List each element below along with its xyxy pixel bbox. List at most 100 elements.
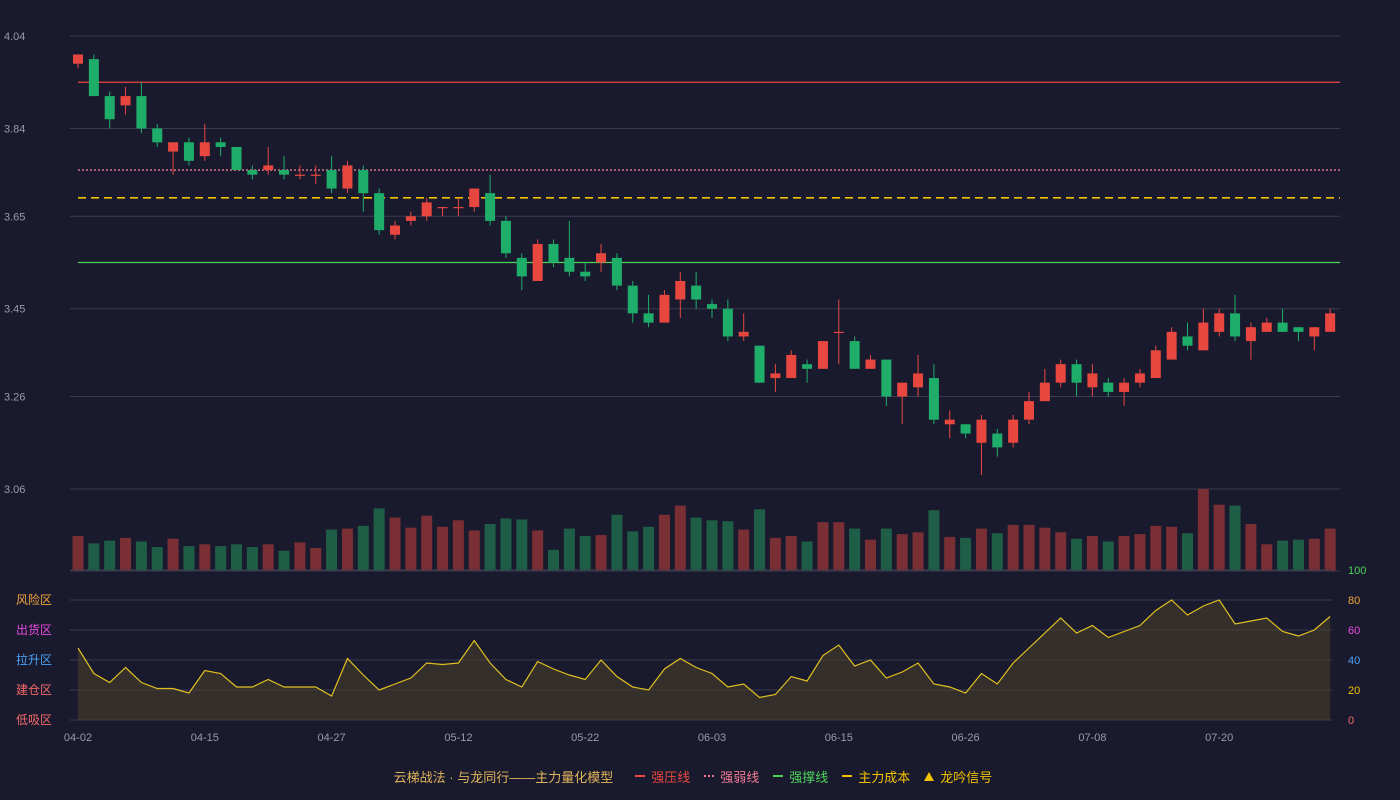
legend-item-weak[interactable]: 强弱线 (704, 767, 759, 786)
legend-item-cost[interactable]: 主力成本 (842, 767, 910, 786)
candle-body (596, 253, 607, 263)
candle-body (136, 96, 147, 129)
osc-zone-label: 风险区 (16, 592, 52, 607)
candle-body (548, 244, 559, 263)
volume-bar (437, 526, 449, 571)
candle-body (833, 331, 844, 334)
x-tick-label: 04-02 (64, 732, 92, 744)
volume-bar (1308, 538, 1320, 571)
volume-bar (231, 544, 242, 571)
chart-legend: 云梯战法 · 与龙同行——主力量化模型 强压线 强弱线 强撑线 主力成本 龙吟信… (0, 766, 1400, 786)
legend-label-weak: 强弱线 (720, 769, 760, 785)
candle-body (215, 142, 226, 147)
candle-body (564, 257, 575, 272)
volume-bar (928, 510, 940, 571)
candle-body (88, 59, 99, 97)
volume-bar (912, 532, 924, 571)
volume-bar (183, 546, 195, 571)
osc-tick-label: 40 (1348, 655, 1360, 667)
candle-body (1134, 373, 1145, 383)
candle-body (1039, 382, 1050, 402)
volume-bar (833, 522, 845, 571)
candle-body (1325, 313, 1336, 332)
osc-tick-label: 20 (1348, 685, 1360, 697)
legend-swatch-support (773, 775, 784, 777)
candle-body (183, 142, 194, 161)
chart-root: 4.04 3.84 3.65 3.45 3.26 3.06 100 80 60 40 20 0 风险区出… (0, 0, 1400, 800)
volume-bar (167, 538, 179, 571)
candle-body (231, 146, 242, 171)
volume-bar (960, 537, 972, 571)
volume-bar (1197, 489, 1209, 571)
candle-body (707, 304, 717, 309)
legend-item-signal[interactable]: 龙吟信号 (924, 767, 992, 786)
candle-body (817, 341, 828, 369)
candle-body (358, 170, 369, 194)
volume-bar (199, 544, 211, 571)
candle-body (1214, 313, 1225, 332)
volume-bar (785, 535, 797, 571)
candle-body (168, 142, 179, 152)
volume-bar (1071, 538, 1083, 571)
candle-body (516, 257, 527, 277)
legend-item-resistance[interactable]: 强压线 (635, 767, 690, 786)
volume-bar (548, 549, 559, 571)
x-tick-label: 07-08 (1078, 732, 1106, 744)
candle-body (485, 193, 496, 221)
volume-bar (500, 518, 512, 571)
candle-body (643, 313, 654, 323)
candle-body (960, 424, 971, 434)
legend-item-support[interactable]: 强撑线 (773, 767, 828, 786)
volume-bar (1102, 541, 1114, 571)
legend-title: 云梯战法 · 与龙同行——主力量化模型 (393, 769, 614, 785)
price-tick-label: 3.84 (4, 123, 25, 135)
candle-body (722, 308, 733, 337)
volume-bar (1261, 544, 1273, 571)
candle-body (802, 364, 813, 369)
x-tick-label: 06-15 (825, 732, 853, 744)
volume-bar (88, 543, 100, 571)
candle-body (1166, 331, 1177, 360)
candle-body (152, 128, 163, 143)
volume-bar (865, 539, 876, 571)
volume-bar (627, 531, 639, 571)
volume-bar (1023, 524, 1035, 571)
candle-body (1119, 382, 1130, 392)
volume-bar (135, 541, 147, 571)
legend-swatch-weak (704, 775, 715, 777)
triangle-icon (924, 771, 935, 781)
price-tick-label: 3.45 (4, 304, 25, 316)
osc-tick-label: 80 (1348, 595, 1360, 607)
price-tick-label: 3.65 (4, 211, 25, 223)
volume-bar (326, 529, 338, 571)
volume-bar (801, 541, 813, 571)
candle-body (294, 174, 305, 176)
volume-bar (532, 530, 544, 571)
candle-body (453, 207, 464, 209)
candle-body (580, 271, 591, 277)
candle-body (849, 341, 860, 369)
candle-body (104, 96, 115, 120)
osc-zone-label: 拉升区 (16, 652, 52, 667)
volume-bar (516, 519, 528, 571)
osc-zone-label: 出货区 (16, 622, 52, 637)
candle-body (1071, 364, 1082, 383)
candle-body (279, 170, 290, 175)
volume-bar (151, 547, 163, 571)
candle-body (1293, 327, 1304, 332)
candle-body (1024, 401, 1034, 420)
volume-bar (674, 505, 686, 571)
volume-bar (991, 533, 1003, 571)
volume-bar (104, 540, 116, 571)
volume-bar (722, 521, 734, 571)
candle-body (928, 378, 939, 420)
volume-bar (262, 544, 274, 571)
x-tick-label: 04-15 (191, 732, 219, 744)
legend-label-support: 强撑线 (789, 769, 829, 785)
candle-body (944, 419, 955, 425)
volume-bar (658, 514, 670, 571)
volume-bar (1277, 540, 1289, 571)
candle-body (120, 96, 131, 106)
volume-bar (1245, 524, 1257, 571)
volume-bar (452, 520, 464, 571)
